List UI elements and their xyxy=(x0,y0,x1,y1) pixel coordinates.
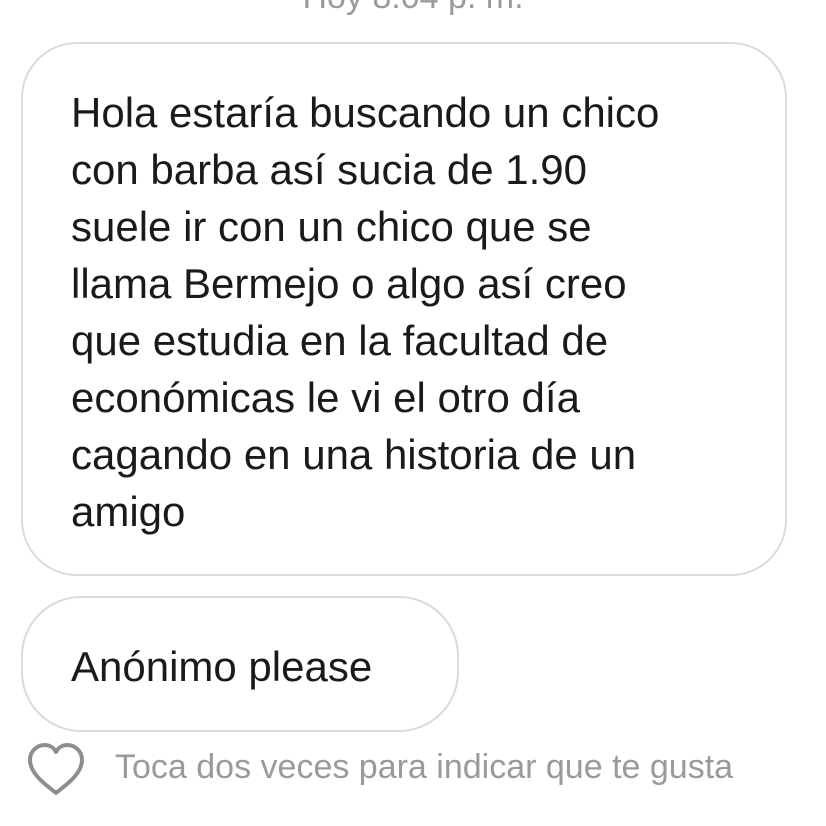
like-row: Toca dos veces para indicar que te gusta xyxy=(26,740,806,800)
message-line: amigo xyxy=(71,488,186,535)
message-line: suele ir con un chico que se xyxy=(71,203,592,250)
message-line: que estudia en la facultad de xyxy=(71,317,609,364)
message-bubble[interactable]: Anónimo please xyxy=(21,596,459,732)
like-hint-text: Toca dos veces para indicar que te gusta xyxy=(115,748,734,786)
message-line: económicas le vi el otro día xyxy=(71,374,580,421)
message-line: cagando en una historia de un xyxy=(71,431,637,478)
message-timestamp: Hoy 8:04 p. m. xyxy=(0,0,826,17)
heart-outline-icon[interactable] xyxy=(26,742,86,798)
message-line: con barba así sucia de 1.90 xyxy=(71,146,588,193)
message-text: Anónimo please xyxy=(71,643,373,690)
message-text: Hola estaría buscando un chico con barba… xyxy=(71,84,659,540)
message-line: Hola estaría buscando un chico xyxy=(71,89,660,136)
message-line: llama Bermejo o algo así creo xyxy=(71,260,627,307)
message-bubble[interactable]: Hola estaría buscando un chico con barba… xyxy=(21,42,787,576)
